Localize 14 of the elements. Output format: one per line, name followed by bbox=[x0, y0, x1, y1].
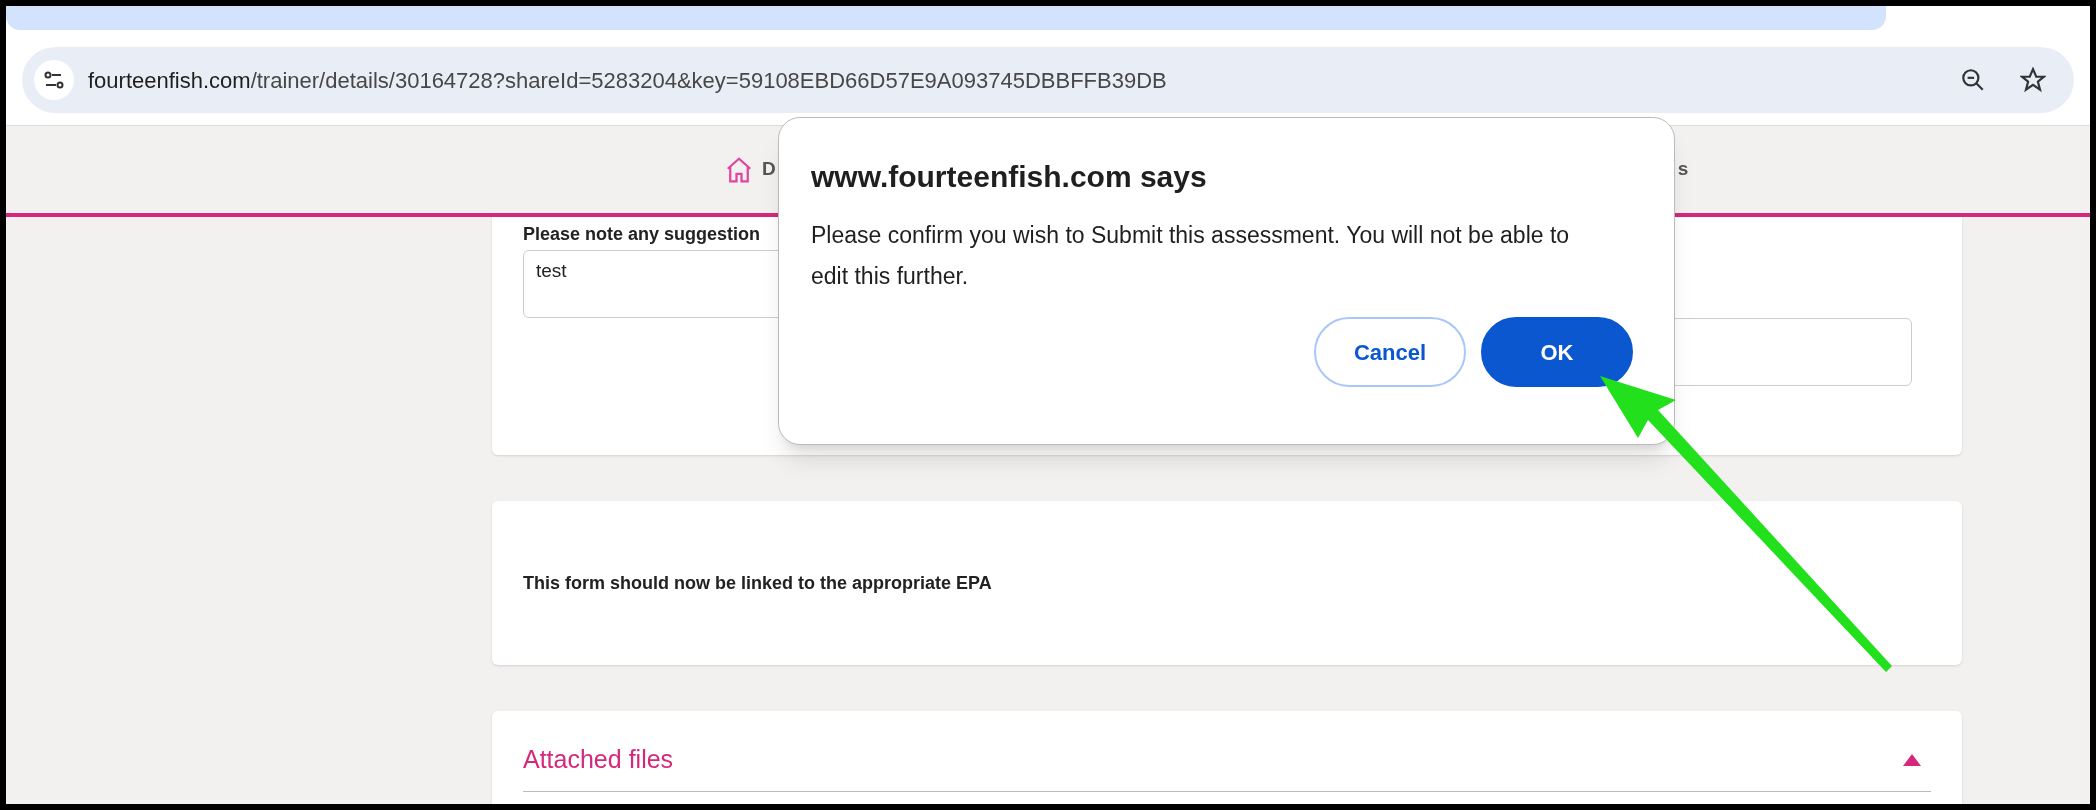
info-text: This form should now be linked to the appropriate EPA bbox=[523, 571, 992, 595]
star-icon[interactable] bbox=[2020, 67, 2046, 93]
ok-button[interactable]: OK bbox=[1481, 317, 1633, 387]
section-title: Attached files bbox=[523, 744, 674, 775]
address-bar[interactable]: fourteenfish.com/trainer/details/30164728?shareId=5283204&key=59108EBD66D57E9A093745DBBFFB39DB bbox=[22, 47, 2074, 113]
dialog-title: www.fourteenfish.com says bbox=[811, 159, 1208, 195]
collapse-icon[interactable] bbox=[1903, 753, 1921, 766]
url-text[interactable]: fourteenfish.com/trainer/details/30164728?shareId=5283204&key=59108EBD66D57E9A093745DBBFFB39DB bbox=[88, 63, 1167, 97]
field-label: Please note any suggestion bbox=[523, 223, 761, 246]
zoom-out-icon[interactable] bbox=[1960, 67, 1986, 93]
tune-icon[interactable] bbox=[34, 60, 74, 100]
nav-link[interactable]: s bbox=[1677, 155, 1689, 184]
cancel-button[interactable]: Cancel bbox=[1314, 317, 1466, 387]
nav-link[interactable]: D bbox=[762, 155, 776, 184]
